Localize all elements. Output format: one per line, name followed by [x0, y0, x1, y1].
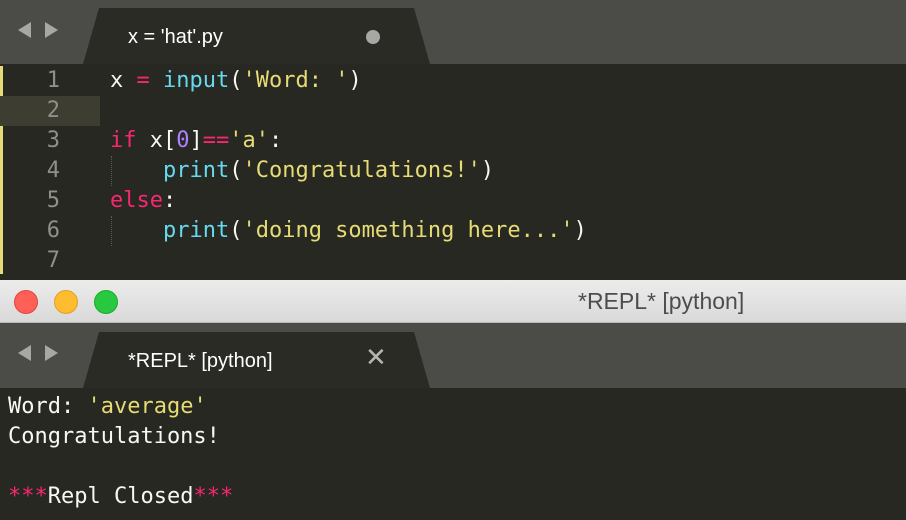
- line-number: 3: [46, 128, 60, 153]
- repl-window-titlebar[interactable]: *REPL* [python]: [0, 280, 906, 323]
- code-content: print('Congratulations!'): [162, 158, 495, 183]
- arrow-right-icon[interactable]: [45, 22, 58, 38]
- unsaved-dot-icon[interactable]: [366, 30, 380, 44]
- minimize-window-icon[interactable]: [54, 290, 78, 314]
- line-number: 2: [0, 96, 100, 126]
- repl-line-output: Congratulations!: [8, 424, 220, 449]
- code-line-6[interactable]: 6 print('doing something here...'): [0, 216, 906, 246]
- repl-output[interactable]: Word: 'average' Congratulations! ***Repl…: [0, 388, 906, 520]
- line-number: 5: [46, 188, 60, 213]
- code-line-3[interactable]: 3 if x[0]=='a':: [0, 126, 906, 156]
- code-line-5[interactable]: 5 else:: [0, 186, 906, 216]
- window-title: *REPL* [python]: [578, 288, 745, 314]
- line-number: 1: [46, 68, 60, 93]
- close-window-icon[interactable]: [14, 290, 38, 314]
- zoom-window-icon[interactable]: [94, 290, 118, 314]
- code-line-2[interactable]: 2: [0, 96, 906, 126]
- arrow-left-icon[interactable]: [18, 345, 31, 361]
- repl-tab-title: *REPL* [python]: [128, 350, 273, 372]
- editor-tab-title: x = 'hat'.py: [128, 26, 223, 48]
- line-number: 4: [46, 158, 60, 183]
- code-content: if x[0]=='a':: [110, 128, 283, 153]
- close-tab-icon[interactable]: ✕: [365, 345, 387, 371]
- code-line-1[interactable]: 1 x = input('Word: '): [0, 66, 906, 96]
- code-line-7[interactable]: 7: [0, 246, 906, 276]
- repl-line-input: Word: 'average': [8, 394, 207, 419]
- repl-closed-message: ***Repl Closed***: [8, 484, 234, 509]
- code-content: x = input('Word: '): [110, 68, 362, 93]
- repl-tab-bar: *REPL* [python] ✕: [0, 323, 906, 388]
- editor-tab-bar: x = 'hat'.py: [0, 0, 906, 64]
- tab-nav-arrows: [18, 345, 58, 361]
- line-number: 6: [46, 218, 60, 243]
- code-content: print('doing something here...'): [162, 218, 587, 243]
- code-editor[interactable]: 1 x = input('Word: ') 2 3 if x[0]=='a': …: [0, 64, 906, 280]
- repl-tab[interactable]: *REPL* [python] ✕: [83, 332, 430, 388]
- line-number: 7: [46, 248, 60, 273]
- code-line-4[interactable]: 4 print('Congratulations!'): [0, 156, 906, 186]
- arrow-right-icon[interactable]: [45, 345, 58, 361]
- arrow-left-icon[interactable]: [18, 22, 31, 38]
- code-content: else:: [110, 188, 177, 213]
- tab-nav-arrows: [18, 22, 58, 38]
- editor-tab[interactable]: x = 'hat'.py: [83, 8, 430, 64]
